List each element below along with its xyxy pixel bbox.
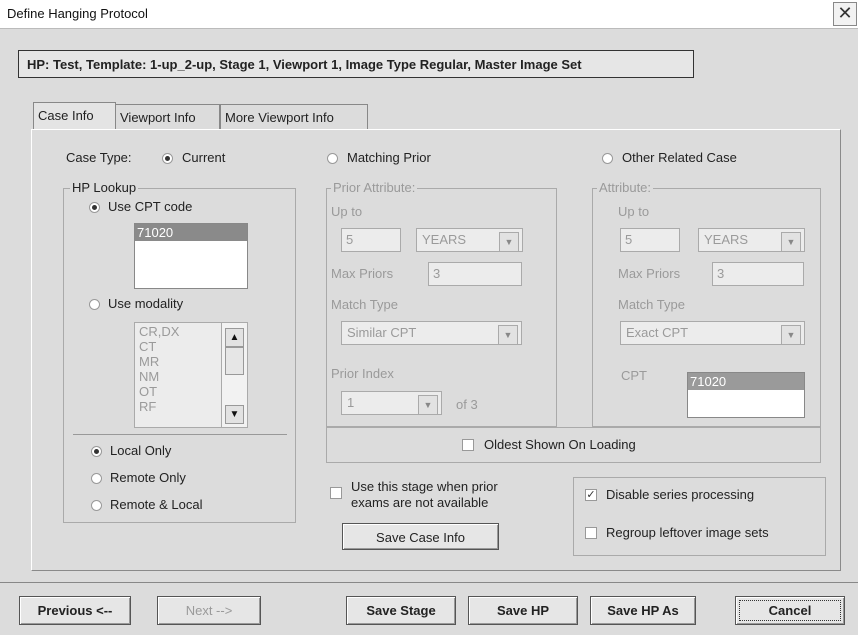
save-case-info-button[interactable]: Save Case Info [342, 523, 499, 550]
remote-only-label[interactable]: Remote Only [110, 470, 186, 485]
title-bar: Define Hanging Protocol ✕ [0, 0, 858, 29]
prior-index-of-label: of 3 [456, 397, 478, 412]
radio-current[interactable] [162, 153, 173, 164]
use-stage-label-line2[interactable]: exams are not available [351, 495, 488, 510]
divider [73, 434, 287, 435]
match-type-value: Similar CPT [347, 325, 417, 340]
radio-remote-local[interactable] [91, 500, 102, 511]
tab-case-info[interactable]: Case Info [33, 102, 116, 129]
save-hp-button[interactable]: Save HP [468, 596, 578, 625]
radio-matching-prior[interactable] [327, 153, 338, 164]
radio-current-label[interactable]: Current [182, 150, 225, 165]
radio-use-cpt[interactable] [89, 202, 100, 213]
remote-local-label[interactable]: Remote & Local [110, 497, 203, 512]
other-max-priors-field[interactable]: 3 [712, 262, 804, 286]
window-title: Define Hanging Protocol [7, 6, 148, 21]
up-to-field[interactable]: 5 [341, 228, 401, 252]
tab-more-viewport-info[interactable]: More Viewport Info [220, 104, 368, 129]
hp-info-bar: HP: Test, Template: 1-up_2-up, Stage 1, … [18, 50, 694, 78]
other-max-priors-label: Max Priors [618, 266, 681, 281]
tab-viewport-info[interactable]: Viewport Info [115, 104, 220, 129]
cancel-button[interactable]: Cancel [735, 596, 845, 625]
other-up-to-label: Up to [618, 204, 650, 219]
other-cpt-list[interactable]: 71020 [687, 372, 805, 418]
oldest-shown-checkbox[interactable] [462, 439, 474, 451]
radio-other-related-case[interactable] [602, 153, 613, 164]
radio-other-related-label[interactable]: Other Related Case [622, 150, 737, 165]
local-only-label[interactable]: Local Only [110, 443, 171, 458]
radio-matching-prior-label[interactable]: Matching Prior [347, 150, 431, 165]
use-modality-label[interactable]: Use modality [108, 296, 183, 311]
chevron-down-icon[interactable]: ▼ [499, 232, 519, 252]
max-priors-label: Max Priors [331, 266, 394, 281]
up-to-unit-select[interactable]: YEARS ▼ [416, 228, 523, 252]
other-match-type-label: Match Type [618, 297, 685, 312]
close-icon[interactable]: ✕ [833, 2, 857, 26]
save-stage-button[interactable]: Save Stage [346, 596, 456, 625]
list-item[interactable]: 71020 [688, 373, 804, 390]
modality-list[interactable]: CR,DX CT MR NM OT RF ▲ ▼ [134, 322, 248, 428]
max-priors-field[interactable]: 3 [428, 262, 522, 286]
other-up-to-field[interactable]: 5 [620, 228, 680, 252]
chevron-down-icon[interactable]: ▼ [418, 395, 438, 415]
oldest-shown-label[interactable]: Oldest Shown On Loading [484, 437, 636, 452]
list-item[interactable]: 71020 [135, 224, 247, 241]
other-match-type-select[interactable]: Exact CPT ▼ [620, 321, 805, 345]
chevron-down-icon[interactable]: ▼ [498, 325, 518, 345]
attribute-legend: Attribute: [597, 180, 654, 195]
prior-attribute-legend: Prior Attribute: [331, 180, 418, 195]
case-type-label: Case Type: [66, 150, 132, 165]
match-type-select[interactable]: Similar CPT ▼ [341, 321, 522, 345]
disable-series-checkbox[interactable]: ✓ [585, 489, 597, 501]
cpt-label: CPT [621, 368, 647, 383]
cpt-code-list[interactable]: 71020 [134, 223, 248, 289]
prior-index-value: 1 [347, 395, 355, 410]
scroll-thumb[interactable] [225, 347, 244, 375]
chevron-down-icon[interactable]: ▼ [781, 325, 801, 345]
modality-scrollbar[interactable]: ▲ ▼ [221, 323, 247, 427]
regroup-checkbox[interactable] [585, 527, 597, 539]
up-to-label: Up to [331, 204, 363, 219]
hp-lookup-legend: HP Lookup [70, 180, 139, 195]
other-match-type-value: Exact CPT [626, 325, 689, 340]
next-button[interactable]: Next --> [157, 596, 261, 625]
radio-use-modality[interactable] [89, 299, 100, 310]
up-to-unit-value: YEARS [422, 232, 467, 247]
prior-index-label: Prior Index [331, 366, 394, 381]
save-hp-as-button[interactable]: Save HP As [590, 596, 696, 625]
chevron-down-icon[interactable]: ▼ [781, 232, 801, 252]
use-stage-checkbox[interactable] [330, 487, 342, 499]
use-stage-label-line1[interactable]: Use this stage when prior [351, 479, 498, 494]
regroup-label[interactable]: Regroup leftover image sets [606, 525, 769, 540]
prior-index-select[interactable]: 1 ▼ [341, 391, 442, 415]
previous-button[interactable]: Previous <-- [19, 596, 131, 625]
match-type-label: Match Type [331, 297, 398, 312]
scroll-down-icon[interactable]: ▼ [225, 405, 244, 424]
radio-remote-only[interactable] [91, 473, 102, 484]
radio-local-only[interactable] [91, 446, 102, 457]
disable-series-label[interactable]: Disable series processing [606, 487, 754, 502]
other-up-to-unit-value: YEARS [704, 232, 749, 247]
use-cpt-label[interactable]: Use CPT code [108, 199, 192, 214]
scroll-up-icon[interactable]: ▲ [225, 328, 244, 347]
other-up-to-unit-select[interactable]: YEARS ▼ [698, 228, 805, 252]
